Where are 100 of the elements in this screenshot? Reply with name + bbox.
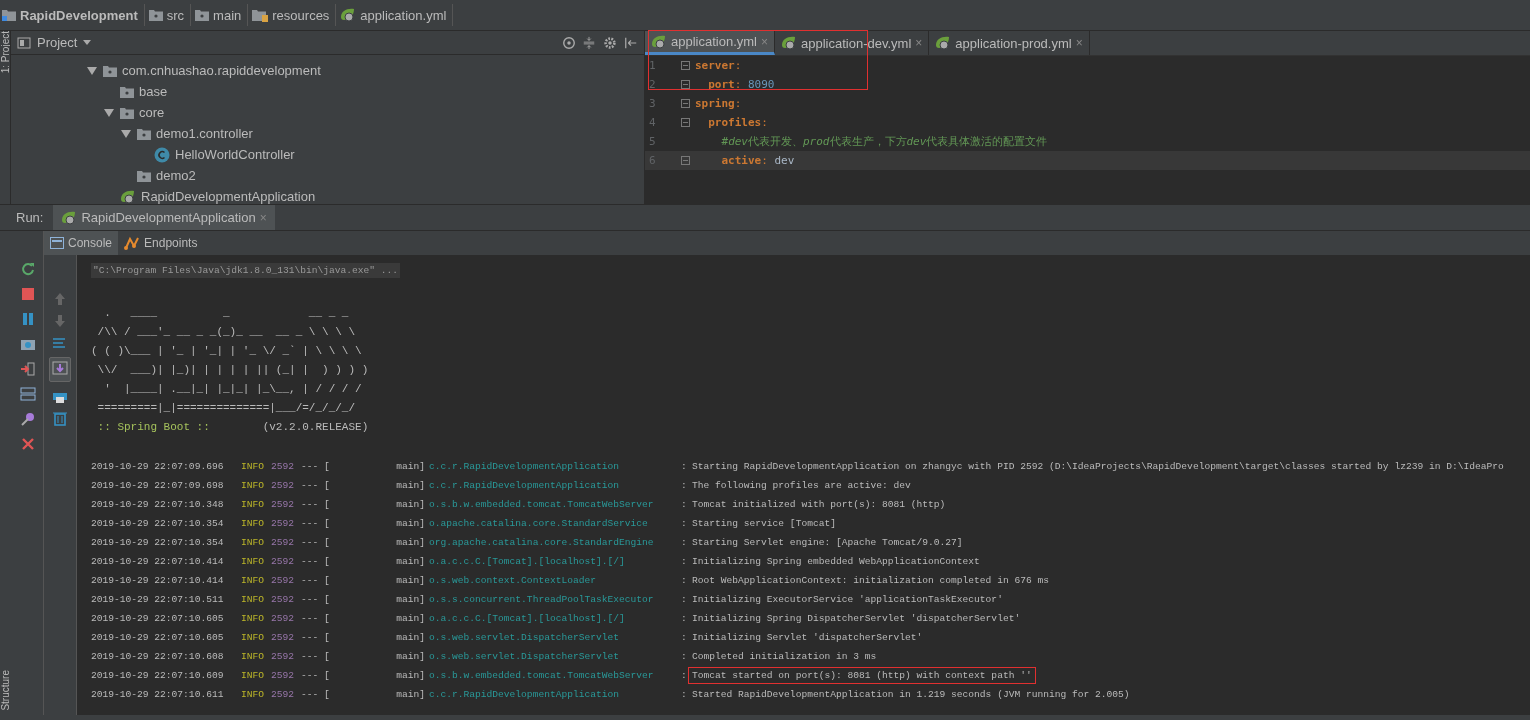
log-logger: o.s.web.context.ContextLoader (429, 575, 597, 586)
log-separator: --- [ (301, 556, 331, 567)
console-tab[interactable]: Console (44, 231, 119, 255)
fold-marker-icon[interactable] (681, 61, 690, 70)
log-logger: o.a.c.c.C.[Tomcat].[localhost].[/] (429, 613, 626, 624)
tree-item[interactable]: RapidDevelopmentApplication (141, 189, 316, 204)
close-icon[interactable] (20, 436, 36, 452)
breadcrumb-item[interactable]: resources (272, 7, 330, 23)
pin-icon[interactable] (20, 411, 36, 427)
log-logger: o.s.web.servlet.DispatcherServlet (429, 632, 620, 643)
log-thread: main] (395, 499, 425, 510)
log-thread: main] (395, 613, 425, 624)
close-tab-button[interactable]: × (1075, 36, 1083, 50)
tree-item[interactable]: core (139, 105, 165, 120)
console-tab[interactable]: Endpoints (118, 231, 204, 255)
structure-side-tab[interactable]: Structure (0, 670, 11, 711)
line-number: 5 (648, 135, 657, 148)
package-icon (103, 64, 117, 77)
log-level: INFO (241, 556, 266, 567)
log-level: INFO (241, 499, 266, 510)
log-colon: : (681, 461, 688, 472)
up-arrow-icon[interactable] (52, 291, 68, 307)
breadcrumb-item[interactable]: application.yml (360, 7, 447, 23)
log-level: INFO (241, 670, 266, 681)
banner-line: \\/ ___)| |_)| | | | | || (_| | ) ) ) ) (96, 363, 370, 378)
close-tab-button[interactable]: × (915, 36, 923, 50)
fold-marker-icon[interactable] (681, 156, 690, 165)
tree-item[interactable]: com.cnhuashao.rapiddevelopment (122, 63, 321, 78)
log-level: INFO (241, 651, 266, 662)
project-folder-icon (2, 9, 16, 21)
log-separator: --- [ (301, 651, 331, 662)
breadcrumb-item[interactable]: src (166, 7, 185, 23)
breadcrumb-item[interactable]: RapidDevelopment (20, 7, 138, 23)
rerun-icon[interactable] (20, 261, 36, 277)
tree-item[interactable]: demo2 (156, 168, 196, 183)
log-thread: main] (395, 670, 425, 681)
log-message: Initializing Servlet 'dispatcherServlet' (691, 631, 924, 645)
log-message: Root WebApplicationContext: initialization completed in 676 ms (691, 574, 1050, 588)
editor-tab[interactable]: application-prod.yml × (929, 31, 1090, 55)
trash-icon[interactable] (52, 410, 68, 426)
stop-icon[interactable] (20, 286, 36, 302)
log-colon: : (681, 556, 688, 567)
layout-icon[interactable] (20, 386, 36, 402)
log-timestamp: 2019-10-29 22:07:10.609 (91, 670, 225, 681)
fold-marker-icon[interactable] (681, 80, 690, 89)
run-tab[interactable]: RapidDevelopmentApplication × (53, 205, 275, 230)
version-text: (v2.2.0.RELEASE) (261, 421, 369, 433)
log-timestamp: 2019-10-29 22:07:10.414 (91, 575, 225, 586)
log-timestamp: 2019-10-29 22:07:10.605 (91, 632, 225, 643)
log-message: Started RapidDevelopmentApplication in 1.219 seconds (JVM running for 2.005) (691, 688, 1131, 702)
log-logger: org.apache.catalina.core.StandardEngine (429, 537, 655, 548)
locate-icon[interactable] (562, 35, 576, 50)
log-separator: --- [ (301, 480, 331, 491)
log-logger: o.s.b.w.embedded.tomcat.TomcatWebServer (429, 670, 655, 681)
log-separator: --- [ (301, 518, 331, 529)
tree-item[interactable]: demo1.controller (156, 126, 253, 141)
log-timestamp: 2019-10-29 22:07:10.414 (91, 556, 225, 567)
project-view-dropdown[interactable]: Project (37, 35, 78, 50)
breadcrumb-item[interactable]: main (213, 7, 242, 23)
yml-file-icon (340, 8, 357, 22)
line-number: 2 (648, 78, 657, 91)
log-message: Initializing Spring DispatcherServlet 'dispatcherServlet' (691, 612, 1022, 626)
line-number: 1 (648, 59, 657, 72)
fold-marker-icon[interactable] (681, 118, 690, 127)
package-icon (137, 169, 151, 182)
collapse-all-icon[interactable] (582, 35, 596, 50)
fold-marker-icon[interactable] (681, 99, 690, 108)
settings-icon[interactable] (602, 35, 618, 50)
code-line: active: dev (720, 154, 795, 167)
banner-line: . ____ _ __ _ _ (103, 306, 350, 321)
code-line: server: (695, 59, 742, 72)
soft-wrap-icon[interactable] (52, 335, 68, 351)
endpoints-icon (124, 236, 141, 250)
expand-arrow-icon[interactable] (121, 129, 131, 138)
log-message: Completed initialization in 3 ms (691, 650, 878, 664)
editor-tab[interactable]: application.yml × (645, 31, 775, 55)
expand-arrow-icon[interactable] (87, 66, 97, 75)
run-label: Run: (15, 210, 45, 225)
log-level: INFO (241, 461, 266, 472)
log-separator: --- [ (301, 594, 331, 605)
log-level: INFO (241, 594, 266, 605)
yml-file-icon (781, 36, 797, 50)
folder-icon (195, 9, 210, 21)
spring-boot-label: :: Spring Boot :: (96, 421, 211, 433)
exit-icon[interactable] (20, 361, 36, 377)
log-separator: --- [ (301, 537, 331, 548)
log-logger: o.s.s.concurrent.ThreadPoolTaskExecutor (429, 594, 655, 605)
log-timestamp: 2019-10-29 22:07:10.354 (91, 537, 225, 548)
scroll-to-end-icon[interactable] (52, 360, 68, 376)
package-icon (120, 106, 134, 119)
expand-arrow-icon[interactable] (104, 108, 114, 117)
tree-item[interactable]: HelloWorldController (175, 147, 295, 162)
log-message: Initializing Spring embedded WebApplicationContext (691, 555, 981, 569)
log-message: Starting Servlet engine: [Apache Tomcat/9.0.27] (691, 536, 964, 550)
pause-icon[interactable] (20, 311, 36, 327)
down-arrow-icon[interactable] (52, 313, 68, 329)
tree-item[interactable]: base (139, 84, 168, 99)
hide-panel-icon[interactable] (624, 35, 638, 50)
log-timestamp: 2019-10-29 22:07:10.348 (91, 499, 225, 510)
caret-icon[interactable] (83, 40, 92, 45)
